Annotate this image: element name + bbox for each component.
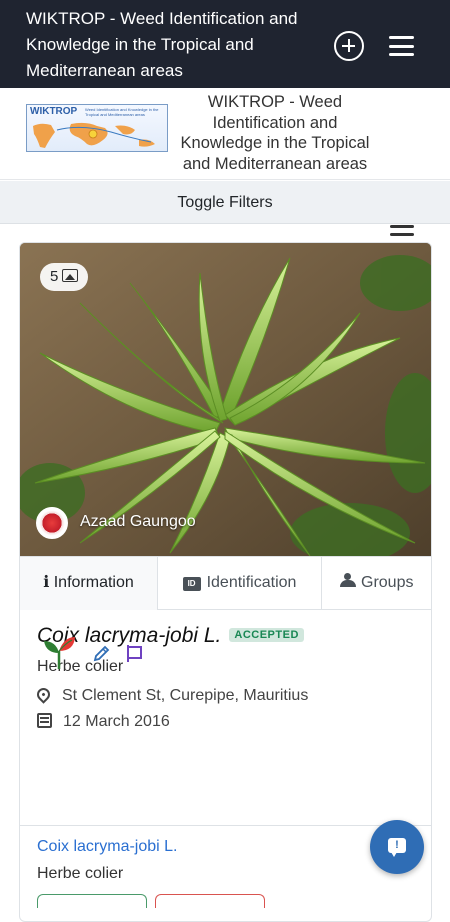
observation-actions xyxy=(42,635,242,671)
badge-outline xyxy=(155,894,265,908)
site-name: WIKTROP - Weed Identification and Knowle… xyxy=(180,93,370,173)
info-icon: ℹ xyxy=(43,574,50,591)
location-text: St Clement St, Curepipe, Mauritius xyxy=(62,687,309,704)
plus-circle-icon[interactable] xyxy=(334,31,364,61)
tab-information[interactable]: ℹ Information xyxy=(20,557,158,610)
tab-groups-label: Groups xyxy=(361,574,414,591)
world-map-icon xyxy=(33,122,155,148)
app-title: WIKTROP - Weed Identification and Knowle… xyxy=(26,9,298,80)
determination-common-name: Herbe colier xyxy=(37,865,124,882)
toggle-filters-button[interactable]: Toggle Filters xyxy=(0,181,450,224)
tab-information-label: Information xyxy=(53,574,134,591)
photo-count: 5 xyxy=(50,268,59,285)
plant-photo-image xyxy=(20,243,431,556)
hamburger-icon[interactable] xyxy=(389,36,414,56)
map-pin-icon xyxy=(34,685,53,704)
location-row: St Clement St, Curepipe, Mauritius xyxy=(34,685,309,705)
app-bar: WIKTROP - Weed Identification and Knowle… xyxy=(0,0,450,88)
logo-subtitle: Weed Identification and Knowledge in the… xyxy=(85,107,159,117)
sprout-icon[interactable] xyxy=(42,635,76,671)
flag-icon[interactable] xyxy=(125,645,143,663)
photo-count-badge[interactable]: 5 xyxy=(40,263,89,291)
tab-identification-label: Identification xyxy=(206,574,297,591)
tab-identification[interactable]: ID Identification xyxy=(158,557,322,610)
date-row: 12 March 2016 xyxy=(37,713,170,731)
chat-bubble-icon xyxy=(391,852,397,857)
determination-scientific-name[interactable]: Coix lacryma-jobi L. xyxy=(37,838,177,856)
date-text: 12 March 2016 xyxy=(63,713,170,730)
site-logo[interactable]: WIKTROP Weed Identification and Knowledg… xyxy=(26,104,168,152)
calendar-icon xyxy=(37,713,52,728)
author-name: Azaad Gaungoo xyxy=(80,513,196,530)
avatar xyxy=(36,507,68,539)
badge-outline xyxy=(37,894,147,908)
tab-groups[interactable]: Groups xyxy=(322,557,431,610)
logo-text: WIKTROP xyxy=(30,106,78,117)
observation-photo[interactable]: 5 Azaad Gaungoo xyxy=(20,243,431,556)
site-header: WIKTROP Weed Identification and Knowledg… xyxy=(0,88,450,236)
divider xyxy=(20,825,431,826)
id-card-icon: ID xyxy=(182,577,201,591)
image-icon xyxy=(62,269,79,282)
observation-card: 5 Azaad Gaungoo ℹ Information ID Identifi… xyxy=(19,242,432,922)
pencil-icon[interactable] xyxy=(92,645,110,663)
people-icon xyxy=(340,573,356,587)
feedback-button[interactable] xyxy=(370,820,424,874)
observation-tabs: ℹ Information ID Identification Groups xyxy=(20,556,431,610)
